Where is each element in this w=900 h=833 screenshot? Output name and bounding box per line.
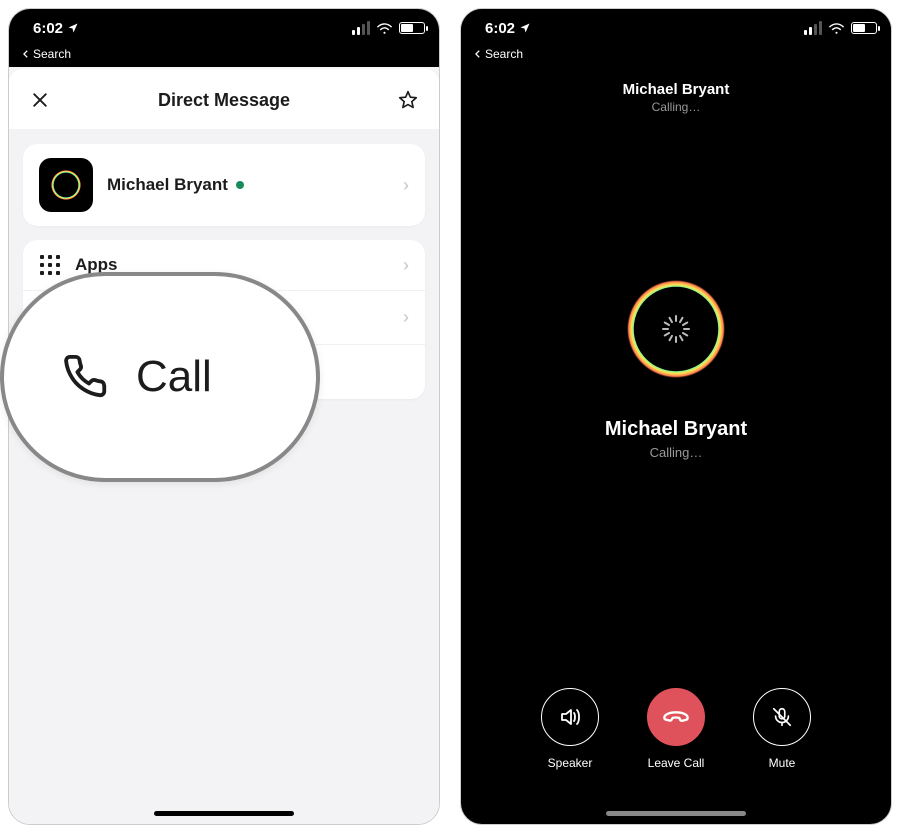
calling-avatar xyxy=(611,264,741,394)
status-bar: 6:02 xyxy=(9,9,439,47)
presence-indicator-icon xyxy=(236,181,244,189)
star-icon xyxy=(397,89,419,111)
status-bar: 6:02 xyxy=(461,9,891,47)
call-controls: Speaker Leave Call Mute xyxy=(461,688,891,770)
call-callout-bubble: Call xyxy=(0,272,320,482)
call-contact-status: Calling… xyxy=(650,445,703,460)
call-header-status: Calling… xyxy=(623,100,730,114)
call-contact-name: Michael Bryant xyxy=(605,418,747,441)
apps-icon xyxy=(39,254,61,276)
battery-icon xyxy=(851,22,877,34)
location-icon xyxy=(519,22,531,34)
signal-icon xyxy=(804,21,822,35)
status-time: 6:02 xyxy=(485,20,515,37)
contact-card[interactable]: Michael Bryant › xyxy=(23,144,425,226)
wifi-icon xyxy=(828,22,845,35)
call-screen: Michael Bryant Calling… Michael Bryant C… xyxy=(461,67,891,824)
speaker-button[interactable] xyxy=(541,688,599,746)
chevron-right-icon: › xyxy=(403,175,409,196)
contact-name: Michael Bryant xyxy=(107,175,228,195)
leave-call-button[interactable] xyxy=(647,688,705,746)
mute-button[interactable] xyxy=(753,688,811,746)
back-to-search[interactable]: Search xyxy=(9,47,439,67)
loading-spinner-icon xyxy=(662,315,690,343)
close-icon xyxy=(30,90,50,110)
contact-avatar xyxy=(39,158,93,212)
favorite-button[interactable] xyxy=(395,87,421,113)
call-callout-label: Call xyxy=(136,352,212,402)
mute-icon xyxy=(771,706,793,728)
chevron-left-icon xyxy=(473,49,483,59)
dm-title: Direct Message xyxy=(158,90,290,111)
hangup-icon xyxy=(662,703,690,731)
call-header-name: Michael Bryant xyxy=(623,81,730,98)
call-header: Michael Bryant Calling… xyxy=(623,81,730,114)
speaker-label: Speaker xyxy=(548,756,593,770)
close-button[interactable] xyxy=(27,87,53,113)
status-time: 6:02 xyxy=(33,20,63,37)
wifi-icon xyxy=(376,22,393,35)
signal-icon xyxy=(352,21,370,35)
right-phone-frame: 6:02 Search Michael Bryant Calling… xyxy=(460,8,892,825)
phone-icon xyxy=(64,354,110,400)
location-icon xyxy=(67,22,79,34)
speaker-icon xyxy=(558,705,582,729)
back-label: Search xyxy=(485,47,523,61)
leave-call-label: Leave Call xyxy=(648,756,705,770)
chevron-left-icon xyxy=(21,49,31,59)
chevron-right-icon: › xyxy=(403,307,409,328)
battery-icon xyxy=(399,22,425,34)
back-to-search[interactable]: Search xyxy=(461,47,891,67)
home-indicator[interactable] xyxy=(606,811,746,816)
back-label: Search xyxy=(33,47,71,61)
mute-label: Mute xyxy=(769,756,796,770)
chevron-right-icon: › xyxy=(403,255,409,276)
home-indicator[interactable] xyxy=(154,811,294,816)
